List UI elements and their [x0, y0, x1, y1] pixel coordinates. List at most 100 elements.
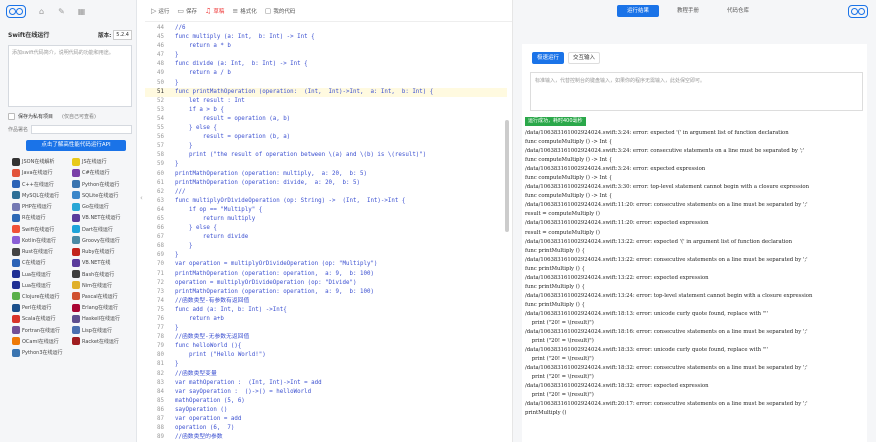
output-line: /data/106383161002924024.swift:13:22: er…: [525, 238, 793, 245]
language-label: Haskell在线运行: [82, 316, 121, 323]
stdin-textarea[interactable]: 标准输入，代替控制台的键盘输入，如果你的程序无需输入，此处保空即可。: [530, 72, 863, 111]
language-link[interactable]: MySQL在线运行: [12, 191, 72, 200]
language-link[interactable]: JSON在线解析: [12, 157, 72, 166]
line-number: 64: [157, 206, 164, 213]
line-number: 78: [157, 334, 164, 341]
output-line: /data/106383161002924024.swift:3:30: err…: [525, 184, 809, 191]
fold-gutter: [167, 51, 175, 60]
save-button[interactable]: ▭ 保存: [177, 7, 197, 15]
edit-icon[interactable]: ✎: [57, 7, 66, 16]
code-line: 70 var operation = multiplyOrDivideOperat…: [145, 260, 507, 269]
language-link[interactable]: R在线运行: [12, 213, 72, 222]
line-number: 75: [157, 306, 164, 313]
editor-scrollbar[interactable]: [505, 120, 509, 232]
language-link[interactable]: Fortran在线运行: [12, 326, 72, 335]
line-number: 77: [157, 325, 164, 332]
version-select[interactable]: 5.2.4: [113, 29, 132, 40]
language-label: Python在线运行: [82, 181, 120, 188]
language-link[interactable]: Bash在线运行: [72, 269, 132, 279]
language-link[interactable]: Dart在线运行: [72, 224, 132, 234]
language-link[interactable]: SQLite在线运行: [72, 191, 132, 200]
fold-gutter: [167, 270, 175, 279]
language-link[interactable]: Clojure在线运行: [12, 292, 72, 301]
language-link[interactable]: Rust在线运行: [12, 247, 72, 256]
language-link[interactable]: Python3在线运行: [12, 348, 72, 357]
language-link[interactable]: Ruby在线运行: [72, 247, 132, 256]
grid-icon[interactable]: ▦: [77, 7, 86, 16]
language-link[interactable]: Groovy在线运行: [72, 236, 132, 245]
language-link[interactable]: Python在线运行: [72, 179, 132, 189]
language-link[interactable]: Go在线运行: [72, 202, 132, 211]
code-line: 56 result = operation (b, a): [145, 133, 507, 142]
language-icon: [72, 292, 80, 301]
sidebar: ⌂ ✎ ▦ Swift在线运行 版本: 5.2.4 添加swift代码简介，说明…: [0, 0, 137, 442]
language-link[interactable]: C在线运行: [12, 258, 72, 267]
language-link[interactable]: VB.NET在线: [72, 258, 132, 267]
fold-gutter: [167, 206, 175, 215]
api-button[interactable]: 点击了解高性能代码运行API: [26, 140, 126, 151]
code-text: return a / b: [175, 70, 231, 77]
site-logo[interactable]: [6, 4, 26, 18]
language-link[interactable]: Erlang在线运行: [72, 303, 132, 312]
language-icon: [12, 191, 20, 200]
fold-gutter: [167, 315, 175, 324]
fold-gutter: [167, 233, 175, 242]
private-label: 保存为私有项目: [18, 114, 54, 120]
tab-tutorial[interactable]: 教程手册: [667, 5, 709, 17]
private-checkbox[interactable]: [8, 113, 15, 120]
code-line: 59}: [145, 160, 507, 169]
code-text: var sayOperation : ()->() = helloWorld: [175, 388, 312, 395]
language-link[interactable]: Java在线运行: [12, 168, 72, 177]
output-line: func printMultiply () {: [525, 301, 585, 308]
format-icon: ≡: [232, 6, 239, 15]
language-link[interactable]: Scala在线运行: [12, 314, 72, 323]
code-text: func add (a: Int, b: Int) ->Int{: [175, 306, 287, 313]
output-line: func printMultiply () {: [525, 247, 585, 254]
description-textarea[interactable]: 添加swift代码简介，说明代码的功能和用途。: [8, 45, 132, 107]
language-link[interactable]: PHP在线运行: [12, 202, 72, 211]
language-link[interactable]: C#在线运行: [72, 168, 132, 177]
collapse-sidebar-icon[interactable]: ‹: [140, 194, 144, 202]
format-button[interactable]: ≡ 格式化: [232, 7, 256, 15]
code-text: var mathOperation : (Int, Int)->Int = ad…: [175, 379, 322, 386]
run-button[interactable]: ▷ 运行: [151, 7, 169, 15]
language-link[interactable]: Lisp在线运行: [72, 326, 132, 335]
language-link[interactable]: C++在线运行: [12, 179, 72, 189]
language-link[interactable]: Haskell在线运行: [72, 314, 132, 323]
fold-gutter: [167, 342, 175, 351]
language-label: Scala在线运行: [22, 316, 56, 323]
fold-gutter: [167, 288, 175, 297]
language-icon: [12, 314, 20, 323]
code-line: 61 printMathOperation (operation: divide,…: [145, 179, 507, 188]
home-icon[interactable]: ⌂: [37, 7, 46, 16]
language-icon: [12, 337, 20, 346]
line-number: 61: [157, 179, 164, 186]
tab-run-result[interactable]: 运行结果: [617, 5, 660, 17]
tab-fast-run[interactable]: 极速运行: [532, 52, 565, 64]
author-row: 作品署名: [0, 120, 136, 134]
line-number: 53: [157, 106, 164, 113]
code-area[interactable]: 44 //6 45 func multiply (a: Int, b: Int) ->…: [145, 24, 507, 442]
code-text: ///: [175, 188, 186, 195]
my-code-button[interactable]: ▢ 我的代码: [265, 7, 296, 15]
language-link[interactable]: Swift在线运行: [12, 224, 72, 234]
language-link[interactable]: Perl在线运行: [12, 303, 72, 312]
output-line: /data/106383161002924024.swift:18:32: er…: [525, 365, 808, 372]
language-link[interactable]: VB.NET在线运行: [72, 213, 132, 222]
tab-repository[interactable]: 代码仓库: [717, 5, 759, 17]
tab-interactive-input[interactable]: 交互输入: [568, 52, 601, 64]
line-number: 46: [157, 43, 164, 50]
language-link[interactable]: Pascal在线运行: [72, 292, 132, 301]
language-link[interactable]: JS在线运行: [72, 157, 132, 166]
language-link[interactable]: Kotlin在线运行: [12, 236, 72, 245]
language-link[interactable]: Lua在线运行: [12, 269, 72, 279]
language-link[interactable]: Lua在线运行: [12, 281, 72, 290]
language-link[interactable]: Nim在线运行: [72, 281, 132, 290]
site-logo-right[interactable]: [848, 5, 868, 18]
language-link[interactable]: Racket在线运行: [72, 337, 132, 346]
draft-button[interactable]: ♫ 草稿: [205, 7, 224, 15]
language-link[interactable]: OCaml在线运行: [12, 337, 72, 346]
output-line: print ("20! = \(result)"): [525, 338, 594, 345]
author-input[interactable]: [31, 125, 132, 134]
fold-gutter: [167, 79, 175, 88]
